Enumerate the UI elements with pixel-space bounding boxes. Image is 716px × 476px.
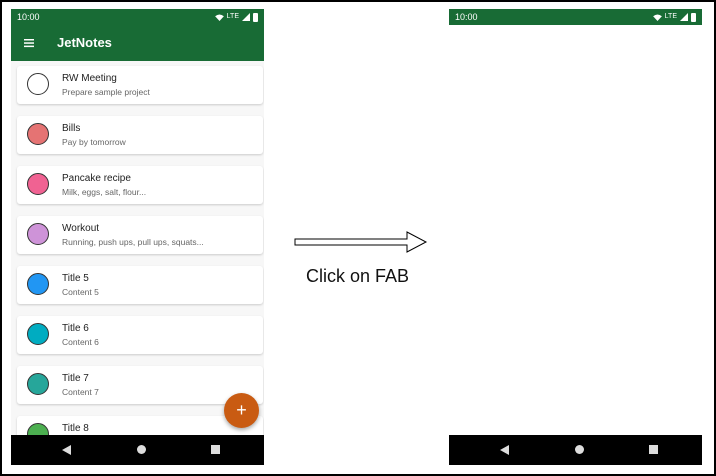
status-icons: LTE	[652, 9, 696, 25]
note-color-circle	[27, 173, 49, 195]
status-bar: 10:00 LTE	[449, 9, 702, 25]
note-title: Pancake recipe	[62, 173, 131, 184]
note-item[interactable]: Title 7 Content 7	[17, 366, 263, 404]
network-type: LTE	[226, 13, 239, 20]
status-time: 10:00	[455, 12, 478, 22]
caption: Click on FAB	[306, 266, 410, 286]
status-bar: 10:00 LTE	[11, 9, 264, 25]
status-icons: LTE	[214, 9, 258, 25]
note-item[interactable]: Title 6 Content 6	[17, 316, 263, 354]
figure-frame: 10:00 LTE JetNotes RW Meeting Prepare sa…	[0, 0, 716, 476]
notes-list[interactable]: RW Meeting Prepare sample project Bills …	[11, 61, 264, 435]
note-item[interactable]: RW Meeting Prepare sample project	[17, 66, 263, 104]
nav-back-icon[interactable]	[500, 445, 509, 455]
note-title: Title 6	[62, 323, 89, 334]
signal-icon	[242, 13, 250, 21]
note-item[interactable]: Bills Pay by tomorrow	[17, 116, 263, 154]
system-nav-bar	[449, 435, 702, 465]
note-item[interactable]: Title 5 Content 5	[17, 266, 263, 304]
phone-screen-before: 10:00 LTE JetNotes RW Meeting Prepare sa…	[11, 9, 264, 465]
note-content: Running, push ups, pull ups, squats...	[62, 237, 204, 247]
note-content: Milk, eggs, salt, flour...	[62, 187, 147, 197]
note-content: Content 7	[62, 387, 99, 397]
note-item[interactable]: Pancake recipe Milk, eggs, salt, flour..…	[17, 166, 263, 204]
note-title: RW Meeting	[62, 73, 117, 84]
note-title: Title 5	[62, 273, 89, 284]
note-color-circle	[27, 423, 49, 435]
wifi-icon	[214, 13, 224, 21]
nav-home-icon[interactable]	[575, 445, 584, 454]
note-title: Title 8	[62, 423, 89, 434]
note-title: Title 7	[62, 373, 89, 384]
battery-icon	[253, 12, 258, 22]
note-content: Content 6	[62, 337, 99, 347]
note-title: Workout	[62, 223, 100, 234]
hamburger-menu-icon[interactable]	[24, 38, 34, 48]
note-title: Bills	[62, 123, 81, 134]
note-item[interactable]: Workout Running, push ups, pull ups, squ…	[17, 216, 263, 254]
note-color-circle	[27, 223, 49, 245]
note-content: Content 5	[62, 287, 99, 297]
battery-icon	[691, 12, 696, 22]
nav-home-icon[interactable]	[137, 445, 146, 454]
wifi-icon	[652, 13, 662, 21]
note-content: Prepare sample project	[62, 87, 150, 97]
note-content: Pay by tomorrow	[62, 137, 126, 147]
note-color-circle	[27, 273, 49, 295]
system-nav-bar	[11, 435, 264, 465]
signal-icon	[680, 13, 688, 21]
status-time: 10:00	[17, 12, 40, 22]
note-color-circle	[27, 123, 49, 145]
note-color-circle	[27, 323, 49, 345]
add-note-fab[interactable]: +	[224, 393, 259, 428]
app-title: JetNotes	[57, 35, 112, 50]
nav-recents-icon[interactable]	[211, 445, 220, 454]
network-type: LTE	[664, 13, 677, 20]
phone-screen-after: 10:00 LTE	[449, 9, 702, 465]
nav-back-icon[interactable]	[62, 445, 71, 455]
note-color-circle	[27, 373, 49, 395]
note-color-circle	[27, 73, 49, 95]
right-arrow-icon	[294, 231, 428, 253]
top-app-bar: JetNotes	[11, 25, 264, 61]
nav-recents-icon[interactable]	[649, 445, 658, 454]
